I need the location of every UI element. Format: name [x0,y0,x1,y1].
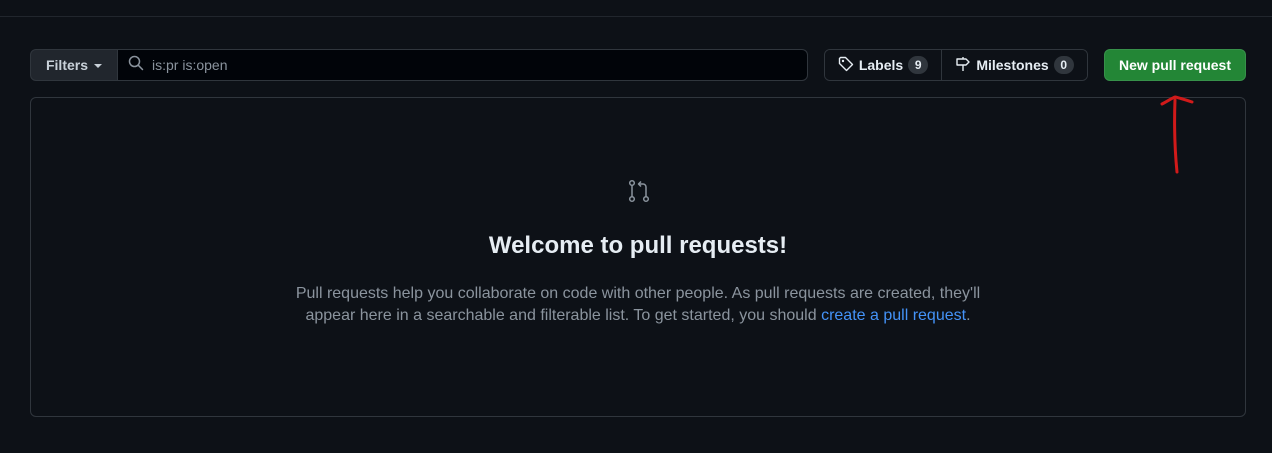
pull-requests-page: Filters is:pr is:open Labels 9 Milestone… [0,0,1272,453]
milestones-button[interactable]: Milestones 0 [942,50,1087,80]
git-pull-request-icon [627,179,651,203]
create-pull-request-link[interactable]: create a pull request [821,307,966,324]
search-field[interactable] [118,49,808,81]
milestone-icon [955,56,971,75]
milestones-label: Milestones [976,57,1049,73]
labels-button[interactable]: Labels 9 [825,50,942,80]
labels-count-badge: 9 [908,56,929,74]
search-input[interactable] [152,57,752,73]
filters-button[interactable]: Filters [30,49,118,81]
caret-down-icon [94,64,102,68]
red-arrow-annotation [1160,95,1194,174]
tag-icon [838,56,854,75]
empty-state-trailing: . [966,307,971,324]
header-divider [0,16,1272,17]
empty-state-panel: Welcome to pull requests! Pull requests … [30,97,1246,417]
pr-toolbar: Filters is:pr is:open Labels 9 Milestone… [30,49,1246,81]
labels-milestones-group: Labels 9 Milestones 0 [824,49,1088,81]
empty-state-title: Welcome to pull requests! [488,232,788,259]
filter-bar: Filters [30,49,808,81]
labels-label: Labels [858,57,904,73]
search-icon [128,55,144,76]
empty-state-description: Pull requests help you collaborate on co… [288,283,988,327]
new-pull-request-button[interactable]: New pull request [1104,49,1246,81]
milestones-count-badge: 0 [1053,56,1074,74]
filters-label: Filters [45,57,88,73]
